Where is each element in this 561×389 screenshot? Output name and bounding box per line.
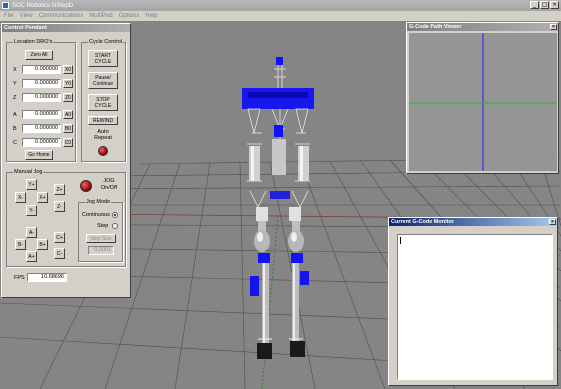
menu-options[interactable]: Options [119, 13, 140, 19]
menu-bar: File View Communications MultiPod Option… [0, 11, 561, 21]
path-viewer-canvas[interactable] [409, 33, 557, 171]
menu-help[interactable]: Help [145, 13, 157, 19]
jog-x-plus-button[interactable]: X+ [37, 192, 48, 203]
zero-z-button[interactable]: Z0 [63, 93, 73, 102]
axis-y-dro: 0.000000 [22, 79, 61, 88]
jog-y-plus-button[interactable]: Y+ [26, 179, 37, 190]
jog-c-minus-button[interactable]: C- [54, 248, 65, 259]
jog-y-minus-button[interactable]: Y- [26, 205, 37, 216]
jog-b-plus-button[interactable]: B+ [37, 239, 48, 250]
gcode-monitor-titlebar: Current G-Code Monitor × [389, 218, 557, 226]
jog-onoff-label: JOG On/Off [100, 178, 118, 191]
continuous-radio[interactable] [112, 212, 118, 218]
control-pendant-titlebar: Control Pendant [2, 24, 130, 32]
axis-a-label: A [13, 112, 17, 118]
jog-z-plus-button[interactable]: Z+ [54, 184, 65, 195]
gcode-monitor-textarea[interactable] [397, 234, 553, 380]
menu-view[interactable]: View [20, 13, 33, 19]
zero-x-button[interactable]: X0 [63, 65, 73, 74]
auto-repeat-led-button[interactable] [98, 146, 108, 156]
gcode-monitor-close-button[interactable]: × [549, 219, 556, 225]
menu-communications[interactable]: Communications [39, 13, 84, 19]
app-titlebar: SOC Robotics GStepD _ □ × [0, 0, 561, 11]
path-viewer-panel: G-Code Path Viewer × [406, 22, 559, 174]
axis-y-label: Y [13, 81, 17, 87]
auto-repeat-label: Auto Repeat [94, 129, 112, 141]
menu-file[interactable]: File [4, 13, 14, 19]
stop-cycle-button[interactable]: STOP CYCLE [88, 94, 118, 111]
zero-c-button[interactable]: C0 [63, 138, 73, 147]
zero-b-button[interactable]: B0 [63, 124, 73, 133]
fps-label: FPS [14, 275, 25, 281]
jog-a-plus-button[interactable]: A+ [26, 251, 37, 262]
jog-z-minus-button[interactable]: Z- [54, 201, 65, 212]
control-pendant-panel: Control Pendant Location DRO's Zero All … [1, 23, 131, 298]
zero-a-button[interactable]: A0 [63, 110, 73, 119]
step-size-button[interactable]: Step Size [86, 234, 116, 243]
step-label: Step [97, 223, 109, 229]
axis-a-dro: 0.000000 [22, 110, 61, 119]
axis-b-dro: 0.000000 [22, 124, 61, 133]
app-title: SOC Robotics GStepD [12, 2, 74, 9]
axis-c-dro: 0.000000 [22, 138, 61, 147]
jog-b-minus-button[interactable]: B- [15, 239, 26, 250]
app-icon [2, 2, 9, 9]
gcode-monitor-panel: Current G-Code Monitor × [388, 217, 558, 386]
axis-z-label: Z [13, 95, 17, 101]
zero-y-button[interactable]: Y0 [63, 79, 73, 88]
jog-x-minus-button[interactable]: X- [15, 192, 26, 203]
continuous-label: Continuous [82, 212, 110, 218]
path-viewer-titlebar: G-Code Path Viewer × [407, 23, 558, 31]
menu-multipod[interactable]: MultiPod [89, 13, 112, 19]
step-radio[interactable] [112, 223, 118, 229]
jog-a-minus-button[interactable]: A- [26, 227, 37, 238]
step-size-field[interactable]: 0.0001 [88, 246, 114, 255]
axis-x-label: X [13, 67, 17, 73]
go-home-button[interactable]: Go Home [25, 150, 53, 160]
rewind-button[interactable]: REWIND [88, 116, 118, 125]
path-viewer-close-button[interactable]: × [550, 24, 557, 30]
close-button[interactable]: × [550, 1, 559, 9]
axis-x-dro: 0.000000 [22, 65, 61, 74]
jog-c-plus-button[interactable]: C+ [54, 232, 65, 243]
start-cycle-button[interactable]: START CYCLE [88, 50, 118, 67]
jog-onoff-led-button[interactable] [80, 180, 92, 192]
pause-continue-button[interactable]: Pause/ Continue [88, 72, 118, 89]
axis-c-label: C [13, 140, 17, 146]
maximize-button[interactable]: □ [540, 1, 549, 9]
minimize-button[interactable]: _ [530, 1, 539, 9]
axis-z-dro: 0.000000 [22, 93, 61, 102]
fps-value: 10.68696 [27, 273, 67, 282]
zero-all-button[interactable]: Zero All [25, 50, 53, 60]
axis-b-label: B [13, 126, 17, 132]
